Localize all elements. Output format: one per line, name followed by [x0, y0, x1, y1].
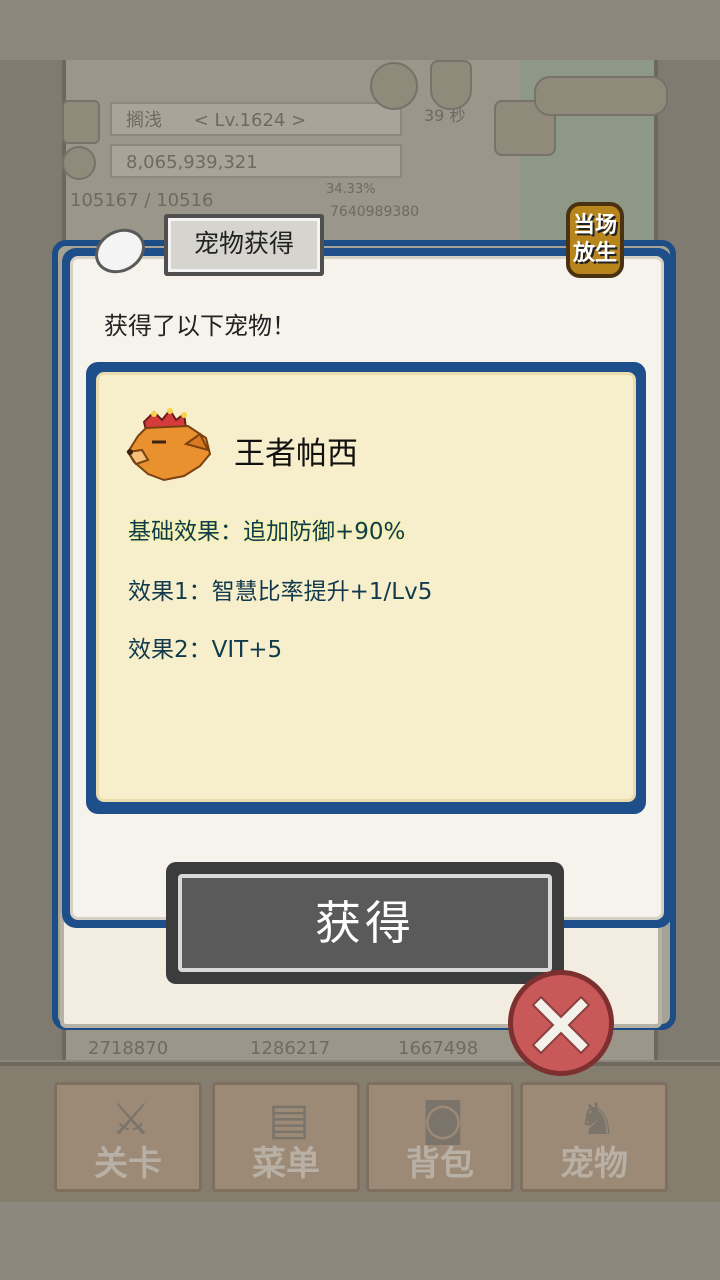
bottom-bar: [0, 1202, 720, 1280]
player-avatar: [62, 100, 100, 144]
player-name: 搁浅: [126, 110, 162, 131]
player-name-row: 搁浅 < Lv.1624 >: [110, 102, 402, 136]
exp-percent: 34.33%: [326, 182, 376, 197]
nav-tab-label: 宠物: [560, 1144, 628, 1184]
close-x-icon: [531, 995, 591, 1055]
nav-tab-bag[interactable]: ◙ 背包: [366, 1082, 514, 1192]
shield-round-icon: [370, 62, 418, 110]
pet-effect-2: 效果2：VIT+5: [128, 637, 283, 663]
nav-tab-label: 背包: [406, 1144, 474, 1184]
pet-base-effect: 基础效果：追加防御+90%: [128, 519, 406, 545]
nav-tab-stage[interactable]: ⚔ 关卡: [54, 1082, 202, 1192]
release-button[interactable]: 当场 放生: [566, 202, 624, 278]
gold-row: 8,065,939,321: [110, 144, 402, 178]
crowned-wolf-icon: [126, 408, 212, 482]
close-button[interactable]: [508, 970, 614, 1076]
auto-button[interactable]: [534, 76, 668, 116]
nav-tab-label: 关卡: [94, 1144, 162, 1184]
coin-icon: [62, 146, 96, 180]
dialog-subtitle: 获得了以下宠物！: [104, 312, 296, 340]
nav-tab-label: 菜单: [252, 1144, 320, 1184]
nav-tab-pet[interactable]: ♞ 宠物: [520, 1082, 668, 1192]
pet-effect-1: 效果1：智慧比率提升+1/Lv5: [128, 579, 433, 605]
player-level: < Lv.1624 >: [193, 110, 307, 131]
resource-1: 2718870: [88, 1038, 169, 1059]
gold-value: 8,065,939,321: [126, 152, 258, 173]
nav-tab-menu[interactable]: ▤ 菜单: [212, 1082, 360, 1192]
release-label-line2: 放生: [572, 241, 617, 266]
obtain-button[interactable]: 获得: [178, 874, 552, 972]
pet-name: 王者帕西: [234, 436, 358, 472]
exp-value: 7640989380: [330, 204, 420, 220]
resource-2: 1286217: [250, 1038, 331, 1059]
resource-3: 1667498: [398, 1038, 479, 1059]
hp-value: 105167 / 10516: [70, 190, 214, 211]
release-label-line1: 当场: [572, 213, 617, 238]
top-frame: [0, 0, 720, 64]
dialog-title: 宠物获得: [164, 214, 324, 276]
shield-icon: [430, 60, 472, 110]
